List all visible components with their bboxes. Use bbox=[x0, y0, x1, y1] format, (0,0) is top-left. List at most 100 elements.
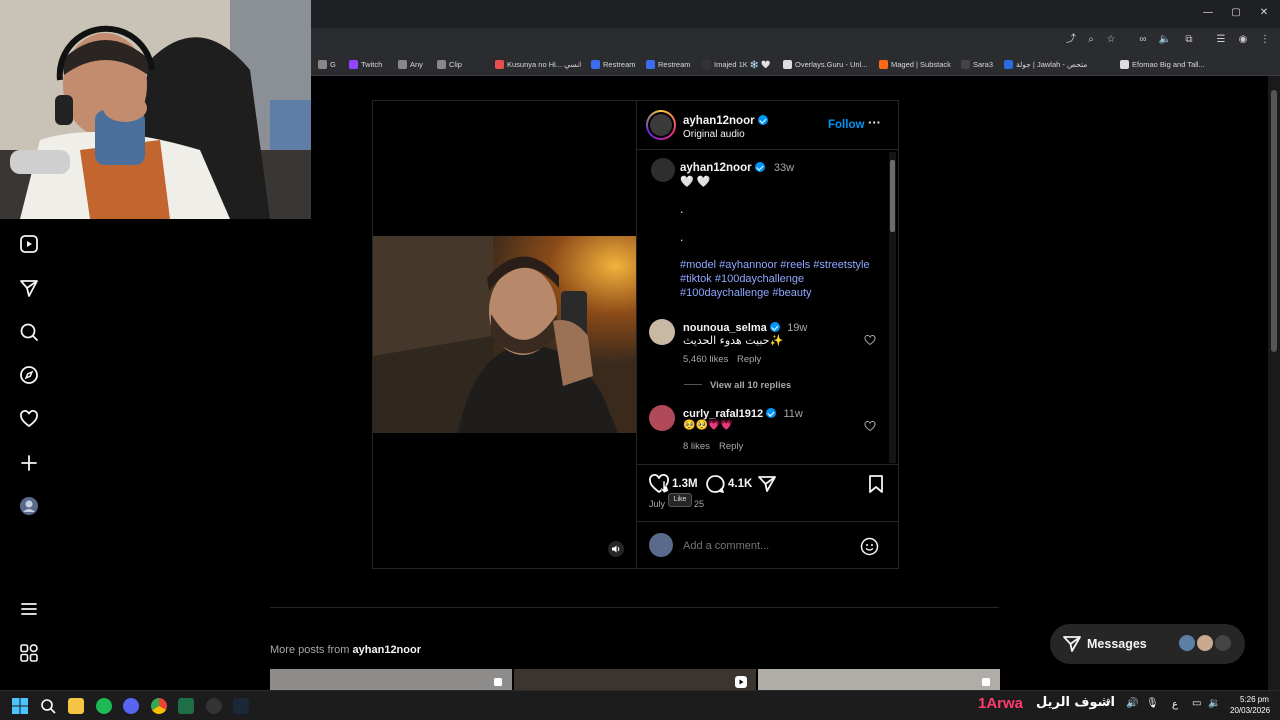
star-icon[interactable]: ☆ bbox=[1104, 33, 1118, 47]
bookmark-favicon-icon bbox=[783, 59, 792, 69]
bookmark-item[interactable]: Efomao Big and Tall... bbox=[1120, 57, 1205, 71]
notifications-heart-icon[interactable] bbox=[18, 408, 40, 430]
comment-reply-button[interactable]: Reply bbox=[719, 441, 743, 452]
actions-divider bbox=[637, 464, 898, 465]
author-avatar[interactable] bbox=[646, 110, 676, 140]
windows-start-icon[interactable] bbox=[12, 698, 28, 714]
spotify-icon[interactable] bbox=[96, 698, 112, 714]
bookmark-label: Maged | Substack bbox=[891, 59, 951, 69]
more-posts-username[interactable]: ayhan12noor bbox=[353, 644, 421, 656]
comments-scrollbar-thumb[interactable] bbox=[890, 160, 895, 232]
author-username[interactable]: ayhan12noor bbox=[683, 115, 755, 127]
more-post-thumbnail[interactable] bbox=[270, 669, 512, 690]
mouse-cursor-icon bbox=[660, 480, 669, 494]
bookmark-item[interactable]: G bbox=[318, 57, 336, 71]
more-post-thumbnail[interactable] bbox=[758, 669, 1000, 690]
bookmark-item[interactable]: Imajed 1K ❄️ 🤍 bbox=[702, 57, 771, 71]
create-plus-icon[interactable] bbox=[18, 452, 40, 474]
bookmark-item[interactable]: Sara3 bbox=[961, 57, 993, 71]
clock-time[interactable]: 5:26 pm bbox=[1240, 695, 1269, 704]
language-indicator[interactable]: ع bbox=[1172, 699, 1178, 710]
share-send-icon[interactable] bbox=[757, 474, 777, 494]
bookmark-item[interactable]: Twitch bbox=[349, 57, 382, 71]
bookmark-item[interactable]: Maged | Substack bbox=[879, 57, 951, 71]
bookmark-item[interactable]: Kusunya no Hi... انسي bbox=[495, 57, 581, 71]
zoom-icon[interactable]: ⌕ bbox=[1084, 33, 1098, 47]
clock-date[interactable]: 20/03/2026 bbox=[1230, 706, 1270, 715]
view-replies-button[interactable]: View all 10 replies bbox=[710, 380, 791, 391]
like-count[interactable]: 1.3M bbox=[672, 478, 698, 490]
bookmark-label: Overlays.Guru - Unl... bbox=[795, 59, 868, 69]
threads-apps-icon[interactable] bbox=[18, 642, 40, 664]
bookmark-item[interactable]: Restream bbox=[591, 57, 636, 71]
emoji-icon[interactable] bbox=[860, 537, 879, 556]
bookmark-item[interactable]: Restream bbox=[646, 57, 691, 71]
more-options-icon[interactable]: ··· bbox=[868, 115, 881, 130]
more-post-thumbnail[interactable] bbox=[514, 669, 756, 690]
follow-button[interactable]: Follow bbox=[828, 119, 864, 131]
audio-toggle-icon[interactable] bbox=[608, 541, 624, 557]
comment-likes[interactable]: 5,460 likes bbox=[683, 354, 728, 365]
bookmark-item[interactable]: Overlays.Guru - Unl... bbox=[783, 57, 868, 71]
chrome-icon[interactable] bbox=[151, 698, 167, 714]
comment-username[interactable]: curly_rafal1912 bbox=[683, 408, 763, 420]
microphone-icon[interactable]: 🎙 bbox=[1146, 698, 1159, 709]
tab-search-icon[interactable]: ☰ bbox=[1214, 33, 1228, 47]
hashtags-line[interactable]: #tiktok #100daychallenge bbox=[680, 273, 804, 285]
caption-author-avatar[interactable] bbox=[651, 158, 675, 182]
reels-icon[interactable] bbox=[18, 233, 40, 255]
speaker-icon[interactable]: 🔊 bbox=[1126, 698, 1138, 709]
comment-like-heart-icon[interactable] bbox=[864, 334, 876, 346]
search-icon[interactable] bbox=[18, 321, 40, 343]
page-scrollbar-thumb[interactable] bbox=[1271, 90, 1277, 352]
hashtags-line[interactable]: #100daychallenge #beauty bbox=[680, 287, 812, 299]
more-menu-icon[interactable] bbox=[18, 598, 40, 620]
reel-video-frame[interactable] bbox=[373, 236, 636, 433]
messages-button[interactable]: Messages bbox=[1050, 624, 1245, 664]
direct-messages-icon[interactable] bbox=[18, 277, 40, 299]
steam-icon[interactable] bbox=[233, 698, 249, 714]
obs-icon[interactable] bbox=[206, 698, 222, 714]
network-icon[interactable]: ▭ bbox=[1192, 698, 1201, 709]
add-comment-input[interactable] bbox=[683, 538, 853, 554]
comment-reply-button[interactable]: Reply bbox=[737, 354, 761, 365]
profile-avatar[interactable] bbox=[18, 495, 40, 517]
comment-username[interactable]: nounoua_selma bbox=[683, 322, 767, 334]
audio-label[interactable]: Original audio bbox=[683, 129, 768, 140]
comment-count[interactable]: 4.1K bbox=[728, 478, 752, 490]
comment-time[interactable]: 11w bbox=[783, 408, 802, 420]
bookmark-item[interactable]: Any bbox=[398, 57, 423, 71]
audio-icon[interactable]: 🔈 bbox=[1158, 33, 1172, 47]
comment-likes[interactable]: 8 likes bbox=[683, 441, 710, 452]
close-icon[interactable]: ✕ bbox=[1256, 6, 1272, 20]
comment-time[interactable]: 19w bbox=[787, 322, 807, 334]
tray-chevron-icon[interactable]: ^ bbox=[1106, 698, 1111, 709]
comment-avatar[interactable] bbox=[649, 405, 675, 431]
explore-icon[interactable] bbox=[18, 364, 40, 386]
discord-icon[interactable] bbox=[123, 698, 139, 714]
puzzle-icon[interactable]: ⧉ bbox=[1182, 33, 1196, 47]
caption-time[interactable]: 33w bbox=[774, 162, 794, 174]
volume-icon[interactable]: 🔉 bbox=[1208, 698, 1220, 709]
my-avatar[interactable] bbox=[649, 533, 673, 557]
caption-author-username[interactable]: ayhan12noor bbox=[680, 162, 752, 174]
file-explorer-icon[interactable] bbox=[68, 698, 84, 714]
comment-icon[interactable] bbox=[704, 474, 726, 494]
extension-icon[interactable]: ∞ bbox=[1136, 33, 1150, 47]
share-icon[interactable]: ⤴ bbox=[1064, 33, 1078, 47]
bookmark-item[interactable]: جولة | Jawlah - متحص bbox=[1004, 57, 1087, 71]
message-avatar bbox=[1196, 634, 1214, 652]
verified-badge-icon bbox=[769, 322, 780, 332]
bookmark-item[interactable]: Clip bbox=[437, 57, 462, 71]
comment-avatar[interactable] bbox=[649, 319, 675, 345]
maximize-icon[interactable]: ▢ bbox=[1228, 6, 1244, 20]
excel-icon[interactable] bbox=[178, 698, 194, 714]
save-bookmark-icon[interactable] bbox=[868, 474, 884, 494]
taskbar-search-icon[interactable] bbox=[40, 698, 56, 714]
menu-icon[interactable]: ⋮ bbox=[1258, 33, 1272, 47]
hashtags-line[interactable]: #model #ayhannoor #reels #streetstyle bbox=[680, 259, 870, 271]
bookmark-label: G bbox=[330, 59, 336, 69]
minimize-icon[interactable]: — bbox=[1200, 6, 1216, 20]
comment-like-heart-icon[interactable] bbox=[864, 420, 876, 432]
profile-icon[interactable]: ◉ bbox=[1236, 33, 1250, 47]
